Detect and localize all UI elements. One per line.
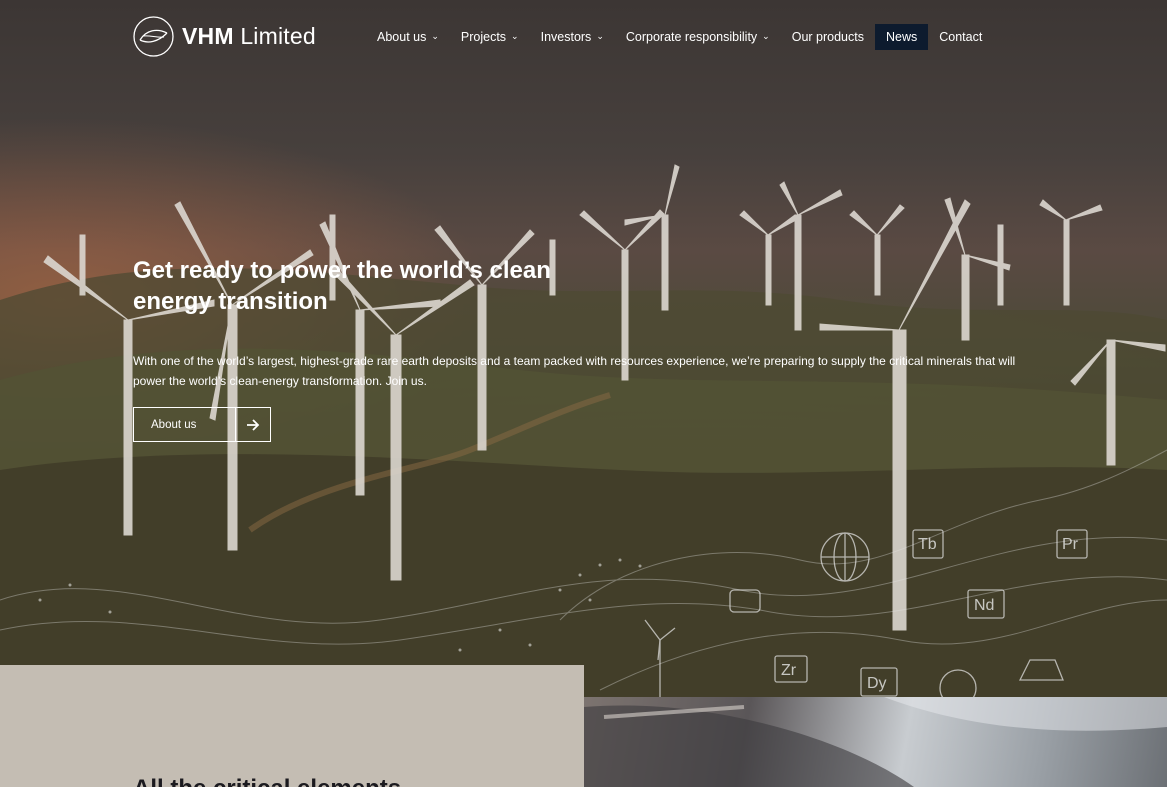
about-us-button[interactable]: About us [133,407,271,442]
nav-item-label: News [885,30,918,44]
product-image [584,697,1167,787]
nav-item-contact[interactable]: Contact [928,24,993,50]
hero-title: Get ready to power the world’s clean ene… [133,257,551,315]
nav-item-news[interactable]: News [874,24,929,50]
nav-item-investors[interactable]: Investors ⌄ [530,24,615,50]
element-badge-dy: Dy [867,675,887,692]
nav-item-our-products[interactable]: Our products [781,24,875,50]
hero-description: With one of the world’s largest, highest… [133,354,1016,388]
nav-item-label: Our products [791,30,864,44]
vehicle-interior-illustration [584,697,1167,787]
nav-item-label: Investors [540,30,592,44]
nav-item-label: About us [377,30,427,44]
chevron-down-icon: ⌄ [431,30,439,41]
brand-name-light: Limited [240,23,316,49]
section-title: All the critical elements [133,775,401,787]
site-logo[interactable]: VHM Limited [133,16,316,57]
arrow-right-icon [236,408,270,441]
main-navigation: About us ⌄ Projects ⌄ Investors ⌄ Corpor… [366,24,993,50]
nav-item-projects[interactable]: Projects ⌄ [450,24,530,50]
nav-item-about-us[interactable]: About us ⌄ [366,24,450,50]
brand-name: VHM Limited [182,23,316,50]
critical-elements-panel: All the critical elements [0,665,584,787]
element-badge-pr: Pr [1062,536,1079,553]
nav-item-label: Contact [939,30,983,44]
element-badge-nd: Nd [974,597,994,614]
wind-farm-illustration: Tb Pr Nd Zr Dy [0,164,1167,697]
about-us-button-label: About us [134,408,236,441]
element-badge-zr: Zr [781,662,797,679]
brand-name-bold: VHM [182,23,234,49]
chevron-down-icon: ⌄ [596,30,604,41]
chevron-down-icon: ⌄ [762,30,770,41]
nav-item-label: Corporate responsibility [625,30,758,44]
chevron-down-icon: ⌄ [511,30,519,41]
vhm-logo-icon [133,16,174,57]
nav-item-corporate-responsibility[interactable]: Corporate responsibility ⌄ [615,24,781,50]
element-badge-tb: Tb [918,536,937,553]
nav-item-label: Projects [460,30,507,44]
hero-section: Tb Pr Nd Zr Dy VHM Limited About us ⌄ Pr… [0,0,1167,697]
